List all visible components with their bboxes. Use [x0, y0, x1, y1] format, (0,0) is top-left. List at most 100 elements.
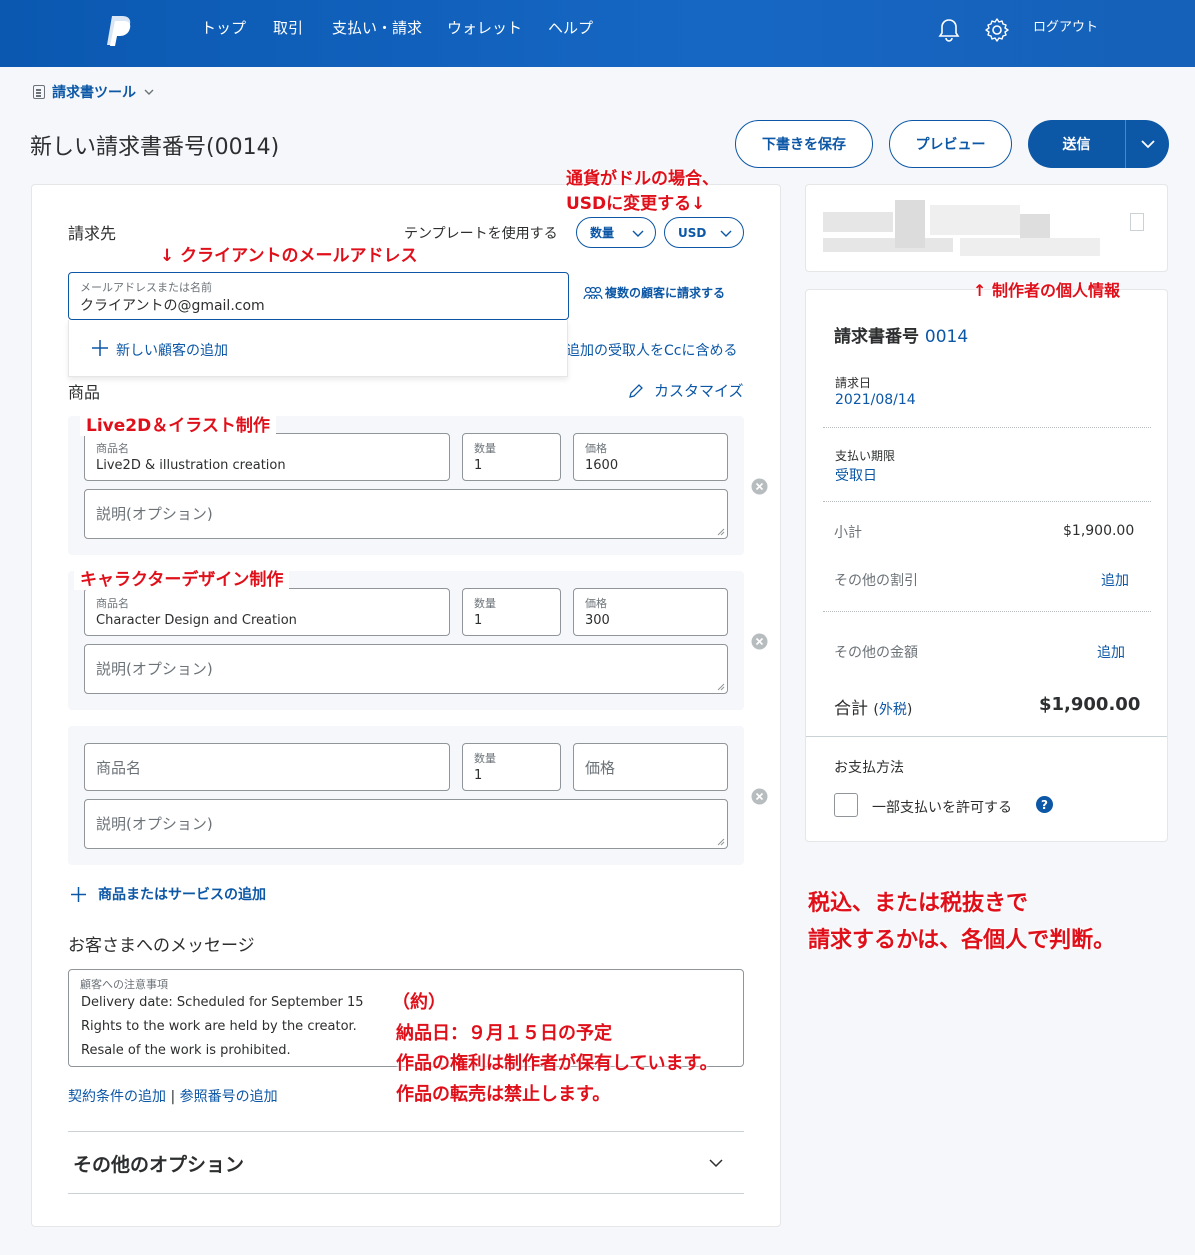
logout-link[interactable]: ログアウト — [1033, 16, 1098, 35]
annotation-currency-2: USDに変更する↓ — [566, 194, 706, 214]
invoice-number-label: 請求書番号 — [834, 327, 919, 347]
bill-multiple-customers-link[interactable]: 複数の顧客に請求する — [583, 284, 725, 301]
blurred-info — [930, 205, 1020, 235]
item-quantity-value: 1 — [474, 768, 483, 783]
other-amount-label: その他の金額 — [834, 645, 918, 661]
payment-method-heading: お支払方法 — [834, 760, 904, 776]
chevron-down-icon — [144, 89, 154, 95]
save-draft-button[interactable]: 下書きを保存 — [735, 120, 873, 168]
annotation-creator-info: ↑ 制作者の個人情報 — [973, 281, 1120, 300]
total-value: $1,900.00 — [1039, 694, 1141, 715]
add-reference-link[interactable]: 参照番号の追加 — [180, 1089, 278, 1105]
item-description-input[interactable]: 説明(オプション) — [84, 799, 728, 849]
use-template-label: テンプレートを使用する — [404, 226, 558, 242]
item-price-label: 価格 — [585, 597, 607, 610]
item-price-input[interactable]: 価格 300 — [573, 588, 728, 636]
more-options-heading[interactable]: その他のオプション — [73, 1150, 244, 1177]
annotation-note-4: 作品の転売は禁止します。 — [396, 1084, 611, 1105]
tax-type-link[interactable]: 外税 — [879, 702, 907, 718]
subtotal-value: $1,900.00 — [1063, 523, 1135, 539]
add-item-label: 商品またはサービスの追加 — [98, 887, 266, 903]
due-date-value[interactable]: 受取日 — [835, 465, 877, 485]
chevron-down-icon[interactable] — [708, 1157, 724, 1169]
send-options-button[interactable] — [1125, 120, 1169, 168]
document-icon — [33, 85, 45, 99]
divider — [823, 501, 1151, 502]
gear-icon[interactable] — [984, 17, 1010, 43]
customer-email-input[interactable]: メールアドレスまたは名前 クライアントの@gmail.com — [68, 272, 569, 320]
add-new-customer-option[interactable]: 新しい顧客の追加 — [116, 340, 228, 360]
quantity-template-select[interactable]: 数量 — [576, 217, 656, 248]
help-icon[interactable]: ? — [1036, 796, 1053, 813]
send-button[interactable]: 送信 — [1028, 120, 1125, 168]
item-name-input[interactable]: 商品名 Live2D & illustration creation — [84, 433, 450, 481]
discount-label: その他の割引 — [834, 573, 918, 589]
blurred-info — [895, 200, 925, 248]
link-separator: | — [170, 1089, 176, 1105]
chevron-down-icon — [632, 230, 644, 237]
item-price-input[interactable]: 価格 1600 — [573, 433, 728, 481]
customer-note-line: Resale of the work is prohibited. — [81, 1043, 291, 1058]
line-item: 商品名 Live2D & illustration creation 数量 1 … — [68, 416, 744, 555]
invoice-number-value[interactable]: 0014 — [925, 327, 968, 347]
preview-button[interactable]: プレビュー — [889, 120, 1012, 168]
item-price-input[interactable]: 価格 — [573, 743, 728, 791]
nav-top[interactable]: トップ — [201, 17, 246, 38]
resize-grip-icon[interactable] — [717, 838, 725, 846]
nav-help[interactable]: ヘルプ — [548, 17, 593, 38]
customer-note-label: 顧客への注意事項 — [80, 978, 168, 991]
subtotal-label: 小計 — [834, 525, 862, 541]
copy-icon[interactable] — [1130, 213, 1144, 231]
divider — [823, 611, 1151, 612]
item-name-input[interactable]: 商品名 Character Design and Creation — [84, 588, 450, 636]
item-name-value: Live2D & illustration creation — [96, 458, 286, 473]
nav-transactions[interactable]: 取引 — [273, 17, 303, 38]
bell-icon[interactable] — [936, 17, 962, 43]
paypal-logo-icon[interactable] — [104, 14, 134, 48]
remove-item-icon[interactable] — [751, 633, 768, 650]
invoice-date-value[interactable]: 2021/08/14 — [835, 392, 916, 408]
nav-payments[interactable]: 支払い・請求 — [332, 17, 422, 38]
resize-grip-icon[interactable] — [717, 528, 725, 536]
blurred-info — [960, 238, 1100, 256]
plus-icon — [71, 886, 86, 902]
pencil-icon — [629, 383, 643, 398]
currency-select[interactable]: USD — [664, 217, 744, 248]
item-quantity-input[interactable]: 数量 1 — [462, 433, 561, 481]
plus-icon — [92, 340, 108, 356]
add-other-amount-link[interactable]: 追加 — [1097, 642, 1125, 662]
invoice-tools-menu[interactable]: 請求書ツール — [33, 82, 156, 102]
divider — [68, 1131, 744, 1132]
top-navigation: トップ 取引 支払い・請求 ウォレット ヘルプ ログアウト — [0, 0, 1195, 67]
total-label: 合計 — [834, 699, 868, 719]
item-quantity-input[interactable]: 数量 1 — [462, 588, 561, 636]
annotation-item-1: Live2D＆イラスト制作 — [80, 411, 276, 436]
add-cc-link[interactable]: 追加の受取人をCcに含める — [566, 340, 737, 360]
resize-grip-icon[interactable] — [717, 683, 725, 691]
invoice-number-row: 請求書番号 0014 — [834, 322, 968, 347]
bill-to-heading: 請求先 — [68, 224, 117, 243]
items-heading: 商品 — [68, 383, 101, 402]
nav-wallet[interactable]: ウォレット — [447, 17, 522, 38]
partial-payment-checkbox[interactable] — [834, 793, 858, 817]
remove-item-icon[interactable] — [751, 478, 768, 495]
item-quantity-input[interactable]: 数量 1 — [462, 743, 561, 791]
remove-item-icon[interactable] — [751, 788, 768, 805]
item-description-placeholder: 説明(オプション) — [96, 660, 213, 678]
annotation-client-email: ↓ クライアントのメールアドレス — [160, 246, 418, 266]
item-name-input[interactable]: 商品名 — [84, 743, 450, 791]
customize-link[interactable]: カスタマイズ — [628, 380, 744, 401]
add-terms-link[interactable]: 契約条件の追加 — [68, 1089, 166, 1105]
add-item-link[interactable]: 商品またはサービスの追加 — [70, 884, 266, 904]
add-discount-link[interactable]: 追加 — [1101, 570, 1129, 590]
partial-payment-label: 一部支払いを許可する — [872, 800, 1012, 816]
item-price-value: 300 — [585, 613, 610, 628]
item-description-input[interactable]: 説明(オプション) — [84, 489, 728, 539]
item-quantity-value: 1 — [474, 613, 483, 628]
blurred-info — [823, 212, 893, 232]
item-quantity-value: 1 — [474, 458, 483, 473]
line-item: 商品名 数量 1 価格 説明(オプション) — [68, 726, 744, 865]
bill-multiple-customers-label: 複数の顧客に請求する — [605, 286, 726, 300]
item-description-input[interactable]: 説明(オプション) — [84, 644, 728, 694]
item-name-label: 商品名 — [96, 442, 129, 455]
